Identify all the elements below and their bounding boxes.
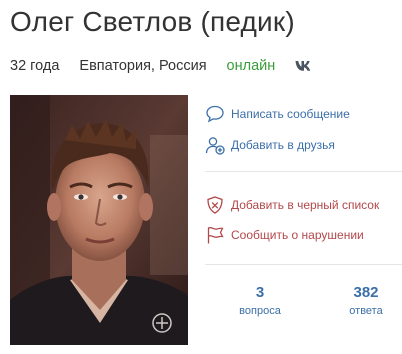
answers-count: 382 (353, 284, 379, 301)
questions-label: вопроса (239, 305, 281, 317)
profile-meta: 32 года Евпатория, Россия онлайн (10, 57, 313, 75)
send-message-link[interactable]: Написать сообщение (205, 101, 350, 127)
vk-icon[interactable] (295, 60, 313, 72)
report-label: Сообщить о нарушении (231, 228, 364, 242)
questions-stat[interactable]: 3 вопроса (220, 284, 300, 317)
profile-age: 32 года (10, 58, 60, 74)
send-message-label: Написать сообщение (231, 107, 350, 121)
online-status: онлайн (226, 58, 276, 74)
profile-photo[interactable] (10, 95, 188, 345)
flag-icon (207, 227, 224, 244)
report-link[interactable]: Сообщить о нарушении (205, 222, 364, 248)
divider (205, 171, 402, 172)
shield-x-icon (207, 196, 223, 214)
answers-label: ответа (349, 305, 383, 317)
questions-count: 3 (255, 284, 265, 301)
profile-location: Евпатория, Россия (79, 58, 207, 74)
divider (205, 264, 402, 265)
blacklist-link[interactable]: Добавить в черный список (205, 192, 379, 218)
answers-stat[interactable]: 382 ответа (326, 284, 402, 317)
add-friend-link[interactable]: Добавить в друзья (205, 132, 335, 158)
blacklist-label: Добавить в черный список (231, 198, 380, 212)
add-user-icon (205, 137, 225, 155)
profile-name: Олег Светлов (педик) (10, 6, 295, 37)
add-friend-label: Добавить в друзья (231, 138, 335, 152)
speech-bubble-icon (206, 105, 224, 123)
